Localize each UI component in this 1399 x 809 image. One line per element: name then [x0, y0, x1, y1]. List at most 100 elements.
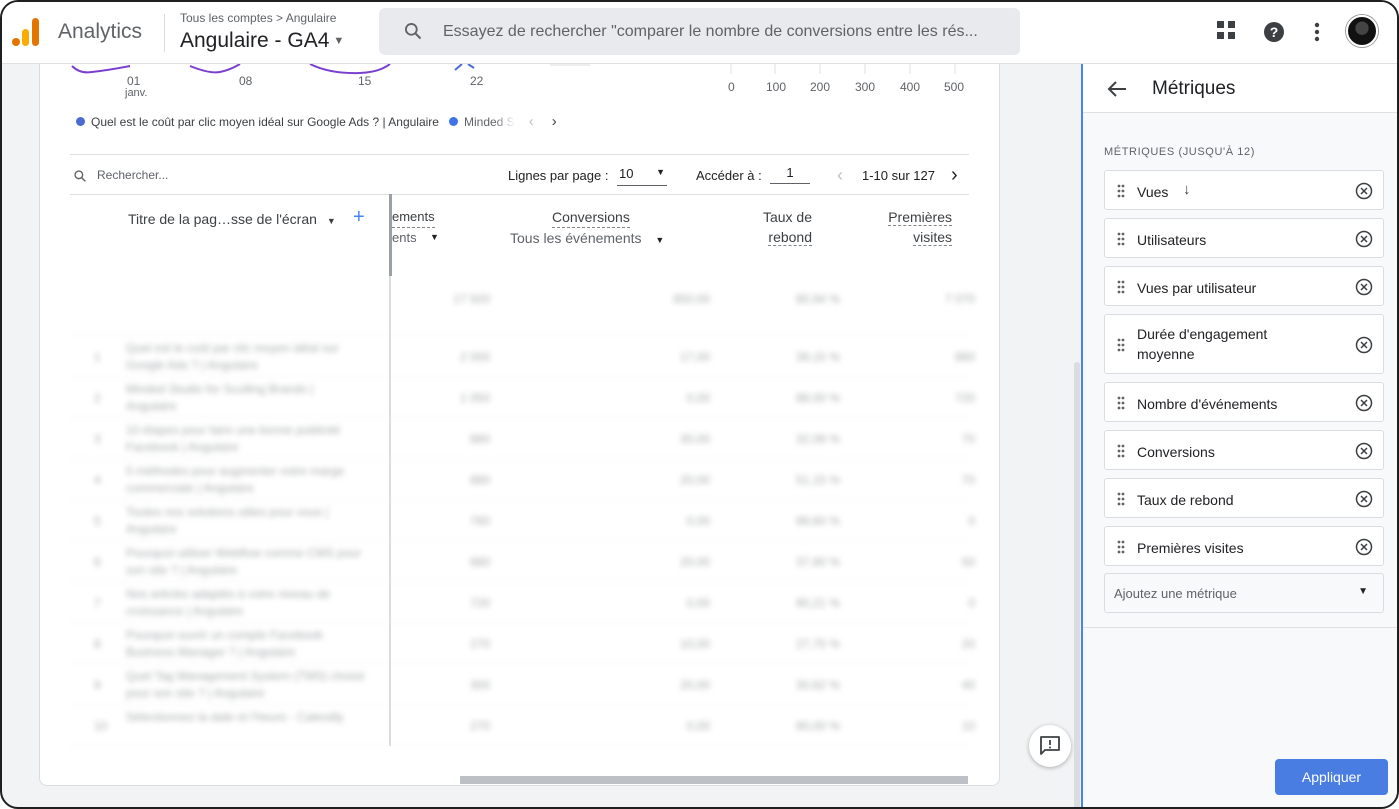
goto-page-input[interactable]: 1 [770, 164, 810, 184]
row-number: 5 [94, 514, 101, 528]
conversions-column-header[interactable]: Conversions [552, 207, 630, 228]
divider [70, 154, 969, 155]
table-search-input[interactable]: Rechercher... [97, 168, 168, 182]
table-row[interactable]: 4 5 méthodes pour augmenter votre marge c… [70, 459, 975, 500]
remove-metric-icon[interactable] [1355, 182, 1373, 200]
total-cell: 17 920 [453, 292, 490, 306]
table-row[interactable]: 2 Minded Studio for Sculling Brands | Ang… [70, 377, 975, 418]
table-row[interactable]: 3 10 étapes pour faire une bonne publicit… [70, 418, 975, 459]
rows-per-page-label: Lignes par page : [508, 168, 609, 183]
bar-tick: 0 [728, 80, 735, 94]
more-vert-icon[interactable] [1311, 22, 1323, 42]
table-row[interactable]: 7 Nos articles adaptés à votre niveau de … [70, 582, 975, 623]
analytics-logo-icon[interactable] [12, 18, 40, 46]
remove-metric-icon[interactable] [1355, 394, 1373, 412]
row-cell: 0,00 [686, 391, 710, 405]
remove-metric-icon[interactable] [1355, 490, 1373, 508]
feedback-button[interactable] [1029, 725, 1071, 767]
search-icon [405, 23, 422, 40]
row-cell: 680 [469, 555, 490, 569]
metric-chip[interactable]: Vues par utilisateur [1104, 266, 1384, 306]
svg-text:?: ? [1270, 24, 1279, 40]
conversions-event-filter[interactable]: Tous les événements ▼ [510, 230, 664, 246]
metric-chip[interactable]: Utilisateurs [1104, 218, 1384, 258]
metric-chip[interactable]: Vues ↓ [1104, 170, 1384, 210]
add-dimension-icon[interactable]: + [353, 207, 365, 227]
caret-down-icon[interactable]: ▼ [430, 232, 439, 242]
metric-chip[interactable]: Durée d'engagement moyenne [1104, 314, 1384, 374]
add-metric-select[interactable]: Ajoutez une métrique ▼ [1104, 573, 1384, 613]
account-avatar[interactable] [1346, 15, 1378, 47]
row-number: 6 [94, 555, 101, 569]
row-title: Pourquoi ouvrir un compte Facebook Busin… [126, 628, 323, 659]
remove-metric-icon[interactable] [1355, 278, 1373, 296]
table-row[interactable]: 10 Sélectionnez la date et l'heure - Cale… [70, 705, 975, 746]
sort-descending-icon[interactable]: ↓ [1183, 181, 1191, 198]
table-body-blurred: 17 920 850,00 80,94 % 7 070 1 Quel est le… [70, 276, 975, 746]
metric-chip[interactable]: Premières visites [1104, 526, 1384, 566]
events-filter-label: ents [392, 230, 417, 245]
apply-button[interactable]: Appliquer [1275, 759, 1388, 795]
horizontal-scrollbar[interactable] [460, 776, 968, 784]
remove-metric-icon[interactable] [1355, 336, 1373, 354]
legend-item-2[interactable]: Minded S [464, 115, 515, 129]
drag-handle-icon[interactable] [1117, 492, 1125, 506]
table-row[interactable]: 9 Quel Tag Management System (TMS) choisi… [70, 664, 975, 705]
legend-prev-icon[interactable]: ‹ [529, 113, 534, 130]
row-cell: 880 [954, 350, 975, 364]
metric-chip[interactable]: Taux de rebond [1104, 478, 1384, 518]
metric-label: Nombre d'événements [1137, 396, 1278, 412]
table-row[interactable]: 5 Toutes nos solutions utiles pour vous |… [70, 500, 975, 541]
row-title: Minded Studio for Sculling Brands | Angu… [126, 382, 314, 413]
legend-item-1[interactable]: Quel est le coût par clic moyen idéal su… [91, 115, 439, 129]
first-visits-line-2: visites [913, 229, 952, 246]
help-icon[interactable]: ? [1263, 21, 1285, 43]
back-arrow-icon[interactable] [1107, 80, 1127, 98]
drag-handle-icon[interactable] [1117, 232, 1125, 246]
metric-chip[interactable]: Conversions [1104, 430, 1384, 470]
frozen-column-divider[interactable] [389, 194, 392, 276]
row-cell: 99,60 % [795, 514, 840, 528]
metric-label: Conversions [1137, 444, 1215, 460]
metric-label: Durée d'engagement moyenne [1137, 326, 1268, 362]
events-column-header[interactable]: ements [392, 207, 435, 228]
legend-next-icon[interactable]: › [552, 113, 557, 130]
drag-handle-icon[interactable] [1117, 396, 1125, 410]
row-number: 1 [94, 350, 101, 364]
drag-handle-icon[interactable] [1117, 540, 1125, 554]
table-row[interactable]: 6 Pourquoi utiliser Webflow comme CMS pou… [70, 541, 975, 582]
apps-grid-icon[interactable] [1216, 20, 1236, 40]
row-number: 2 [94, 391, 101, 405]
drag-handle-icon[interactable] [1117, 184, 1125, 198]
metric-chip[interactable]: Nombre d'événements [1104, 382, 1384, 422]
property-selector[interactable]: Angulaire - GA4 ▼ [180, 29, 344, 53]
panel-divider [1083, 627, 1397, 628]
metric-label: Vues par utilisateur [1137, 280, 1257, 296]
table-row[interactable]: 1 Quel est le coût par clic moyen idéal s… [70, 336, 975, 377]
drag-handle-icon[interactable] [1117, 280, 1125, 294]
row-cell: 10 [961, 719, 975, 733]
search-bar[interactable]: Essayez de rechercher "comparer le nombr… [379, 8, 1020, 55]
remove-metric-icon[interactable] [1355, 442, 1373, 460]
account-breadcrumb[interactable]: Tous les comptes > Angulaire [180, 11, 336, 25]
rows-per-page-select[interactable]: 10 ▼ [617, 164, 667, 186]
prev-page-icon[interactable]: ‹ [837, 165, 843, 186]
table-row[interactable]: 8 Pourquoi ouvrir un compte Facebook Busi… [70, 623, 975, 664]
line-chart-fragment [71, 64, 590, 75]
metric-label: Vues [1137, 184, 1169, 200]
drag-handle-icon[interactable] [1117, 444, 1125, 458]
total-cell: 80,94 % [795, 292, 840, 306]
bounce-rate-column-header[interactable]: Taux de rebond [760, 207, 812, 247]
first-visits-column-header[interactable]: Premières visites [882, 207, 952, 247]
remove-metric-icon[interactable] [1355, 230, 1373, 248]
row-number: 8 [94, 637, 101, 651]
dimension-column-header[interactable]: Titre de la pag…sse de l'écran ▼ [128, 209, 338, 231]
remove-metric-icon[interactable] [1355, 538, 1373, 556]
next-page-icon[interactable]: › [951, 164, 958, 187]
vertical-scrollbar[interactable] [1074, 362, 1080, 807]
drag-handle-icon[interactable] [1117, 338, 1125, 352]
x-tick-month: janv. [125, 87, 148, 99]
legend-dot [76, 117, 85, 126]
caret-down-icon: ▼ [655, 235, 665, 245]
row-cell: 51,15 % [795, 473, 840, 487]
